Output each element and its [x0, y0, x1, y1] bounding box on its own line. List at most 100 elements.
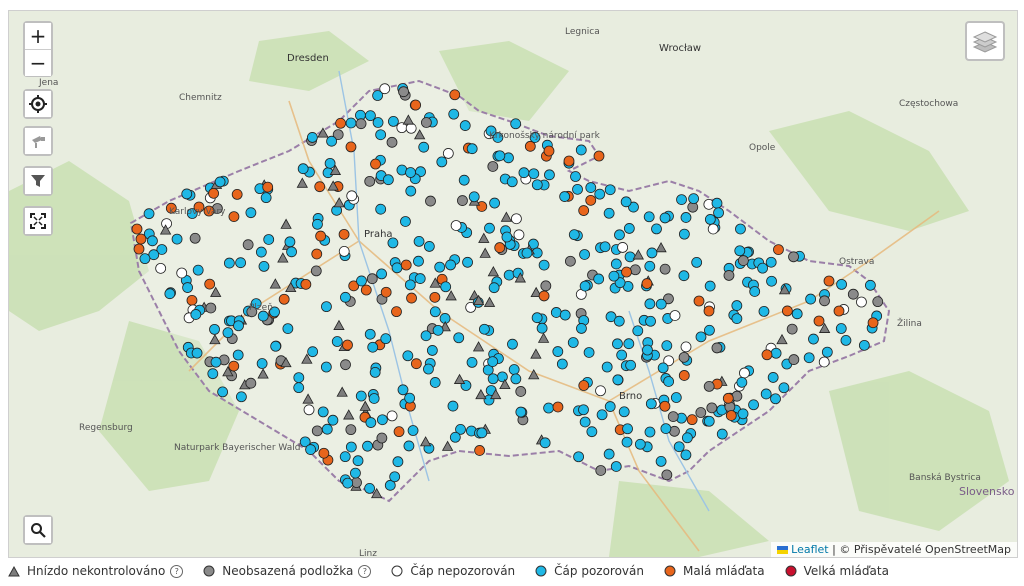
- nest-marker-white[interactable]: [595, 385, 606, 397]
- nest-marker-orange[interactable]: [761, 349, 773, 361]
- nest-marker-triangle[interactable]: [537, 332, 550, 343]
- nest-marker-orange[interactable]: [773, 244, 784, 255]
- nest-marker-orange[interactable]: [228, 211, 240, 222]
- nest-marker-blue[interactable]: [321, 423, 333, 435]
- nest-marker-blue[interactable]: [704, 324, 715, 336]
- nest-marker-white[interactable]: [442, 148, 454, 159]
- nest-marker-gray[interactable]: [189, 232, 201, 244]
- nest-marker-blue[interactable]: [255, 246, 267, 258]
- nest-marker-blue[interactable]: [468, 191, 480, 203]
- nest-marker-blue[interactable]: [659, 212, 671, 224]
- nest-marker-blue[interactable]: [572, 183, 583, 195]
- nest-marker-blue[interactable]: [736, 376, 748, 388]
- nest-marker-blue[interactable]: [404, 279, 416, 291]
- nest-marker-white[interactable]: [386, 410, 398, 422]
- nest-marker-orange[interactable]: [833, 305, 845, 317]
- nest-marker-triangle[interactable]: [478, 232, 490, 243]
- nest-marker-blue[interactable]: [327, 414, 339, 426]
- help-icon[interactable]: ?: [170, 564, 184, 578]
- nest-marker-blue[interactable]: [518, 167, 530, 179]
- nest-marker-orange[interactable]: [703, 305, 715, 317]
- nest-marker-blue[interactable]: [479, 323, 490, 335]
- nest-marker-blue[interactable]: [462, 256, 473, 268]
- nest-marker-triangle[interactable]: [479, 247, 491, 258]
- nest-marker-gray[interactable]: [398, 86, 409, 98]
- nest-marker-gray[interactable]: [386, 136, 398, 148]
- help-icon[interactable]: ?: [358, 564, 372, 578]
- nest-marker-blue[interactable]: [372, 90, 384, 101]
- nest-marker-orange[interactable]: [494, 242, 506, 253]
- nest-marker-blue[interactable]: [612, 374, 624, 386]
- nest-marker-blue[interactable]: [501, 231, 513, 243]
- nest-marker-orange[interactable]: [345, 141, 357, 153]
- nest-marker-blue[interactable]: [192, 264, 204, 276]
- nest-marker-blue[interactable]: [603, 448, 615, 460]
- nest-marker-blue[interactable]: [484, 222, 495, 234]
- nest-marker-triangle[interactable]: [500, 211, 513, 222]
- nest-marker-blue[interactable]: [835, 323, 847, 334]
- nest-marker-blue[interactable]: [426, 345, 438, 356]
- nest-marker-gray[interactable]: [711, 342, 723, 354]
- nest-marker-blue[interactable]: [392, 456, 404, 468]
- nest-marker-orange[interactable]: [585, 194, 597, 206]
- nest-marker-blue[interactable]: [528, 168, 540, 180]
- layers-button[interactable]: [965, 21, 1005, 61]
- nest-marker-blue[interactable]: [487, 373, 499, 385]
- nest-marker-gray[interactable]: [310, 265, 322, 277]
- nest-marker-blue[interactable]: [139, 253, 151, 265]
- nest-marker-blue[interactable]: [434, 261, 446, 273]
- nest-marker-blue[interactable]: [559, 191, 571, 202]
- nest-marker-blue[interactable]: [436, 156, 448, 168]
- nest-marker-gray[interactable]: [629, 264, 641, 276]
- nest-marker-white[interactable]: [405, 122, 417, 134]
- nest-marker-orange[interactable]: [335, 117, 347, 129]
- nest-marker-blue[interactable]: [342, 477, 354, 489]
- nest-marker-blue[interactable]: [400, 216, 411, 227]
- nest-marker-blue[interactable]: [368, 393, 380, 404]
- nest-marker-blue[interactable]: [622, 423, 633, 435]
- nest-marker-orange[interactable]: [342, 339, 353, 351]
- nest-marker-blue[interactable]: [552, 346, 564, 357]
- search-button[interactable]: [25, 517, 51, 543]
- nest-marker-blue[interactable]: [210, 356, 222, 368]
- nest-marker-gray[interactable]: [819, 295, 830, 307]
- nest-marker-triangle[interactable]: [453, 373, 466, 384]
- nest-marker-blue[interactable]: [536, 322, 548, 334]
- nest-marker-blue[interactable]: [614, 229, 625, 241]
- nest-marker-gray[interactable]: [487, 161, 499, 172]
- nest-marker-blue[interactable]: [233, 320, 244, 332]
- nest-marker-blue[interactable]: [256, 358, 268, 369]
- nest-marker-blue[interactable]: [217, 386, 229, 398]
- nest-marker-white[interactable]: [176, 267, 188, 279]
- nest-marker-blue[interactable]: [539, 437, 551, 449]
- nest-marker-triangle[interactable]: [441, 440, 454, 451]
- nest-marker-blue[interactable]: [458, 174, 470, 186]
- nest-marker-blue[interactable]: [223, 257, 235, 269]
- nest-marker-triangle[interactable]: [402, 114, 415, 125]
- nest-marker-orange[interactable]: [552, 401, 564, 413]
- nest-marker-triangle[interactable]: [343, 409, 355, 420]
- nest-marker-blue[interactable]: [688, 193, 700, 205]
- nest-marker-orange[interactable]: [693, 295, 705, 307]
- nest-marker-blue[interactable]: [414, 273, 426, 284]
- nest-marker-blue[interactable]: [382, 174, 394, 186]
- nest-marker-blue[interactable]: [621, 436, 633, 448]
- nest-marker-blue[interactable]: [663, 376, 675, 387]
- nest-marker-orange[interactable]: [315, 230, 327, 242]
- nest-marker-blue[interactable]: [326, 135, 337, 147]
- nest-marker-blue[interactable]: [646, 247, 658, 259]
- nest-marker-triangle[interactable]: [445, 290, 457, 301]
- nest-marker-blue[interactable]: [655, 455, 667, 467]
- nest-marker-blue[interactable]: [459, 120, 471, 131]
- nest-marker-orange[interactable]: [204, 278, 216, 290]
- nest-marker-blue[interactable]: [704, 214, 716, 225]
- nest-marker-white[interactable]: [155, 262, 167, 274]
- nest-marker-blue[interactable]: [305, 444, 317, 455]
- nest-marker-orange[interactable]: [641, 278, 653, 289]
- nest-marker-blue[interactable]: [487, 356, 499, 367]
- nest-marker-gray[interactable]: [425, 195, 436, 207]
- nest-marker-blue[interactable]: [423, 363, 434, 375]
- nest-marker-orange[interactable]: [686, 414, 698, 426]
- nest-marker-blue[interactable]: [585, 182, 597, 193]
- nest-marker-blue[interactable]: [661, 340, 673, 352]
